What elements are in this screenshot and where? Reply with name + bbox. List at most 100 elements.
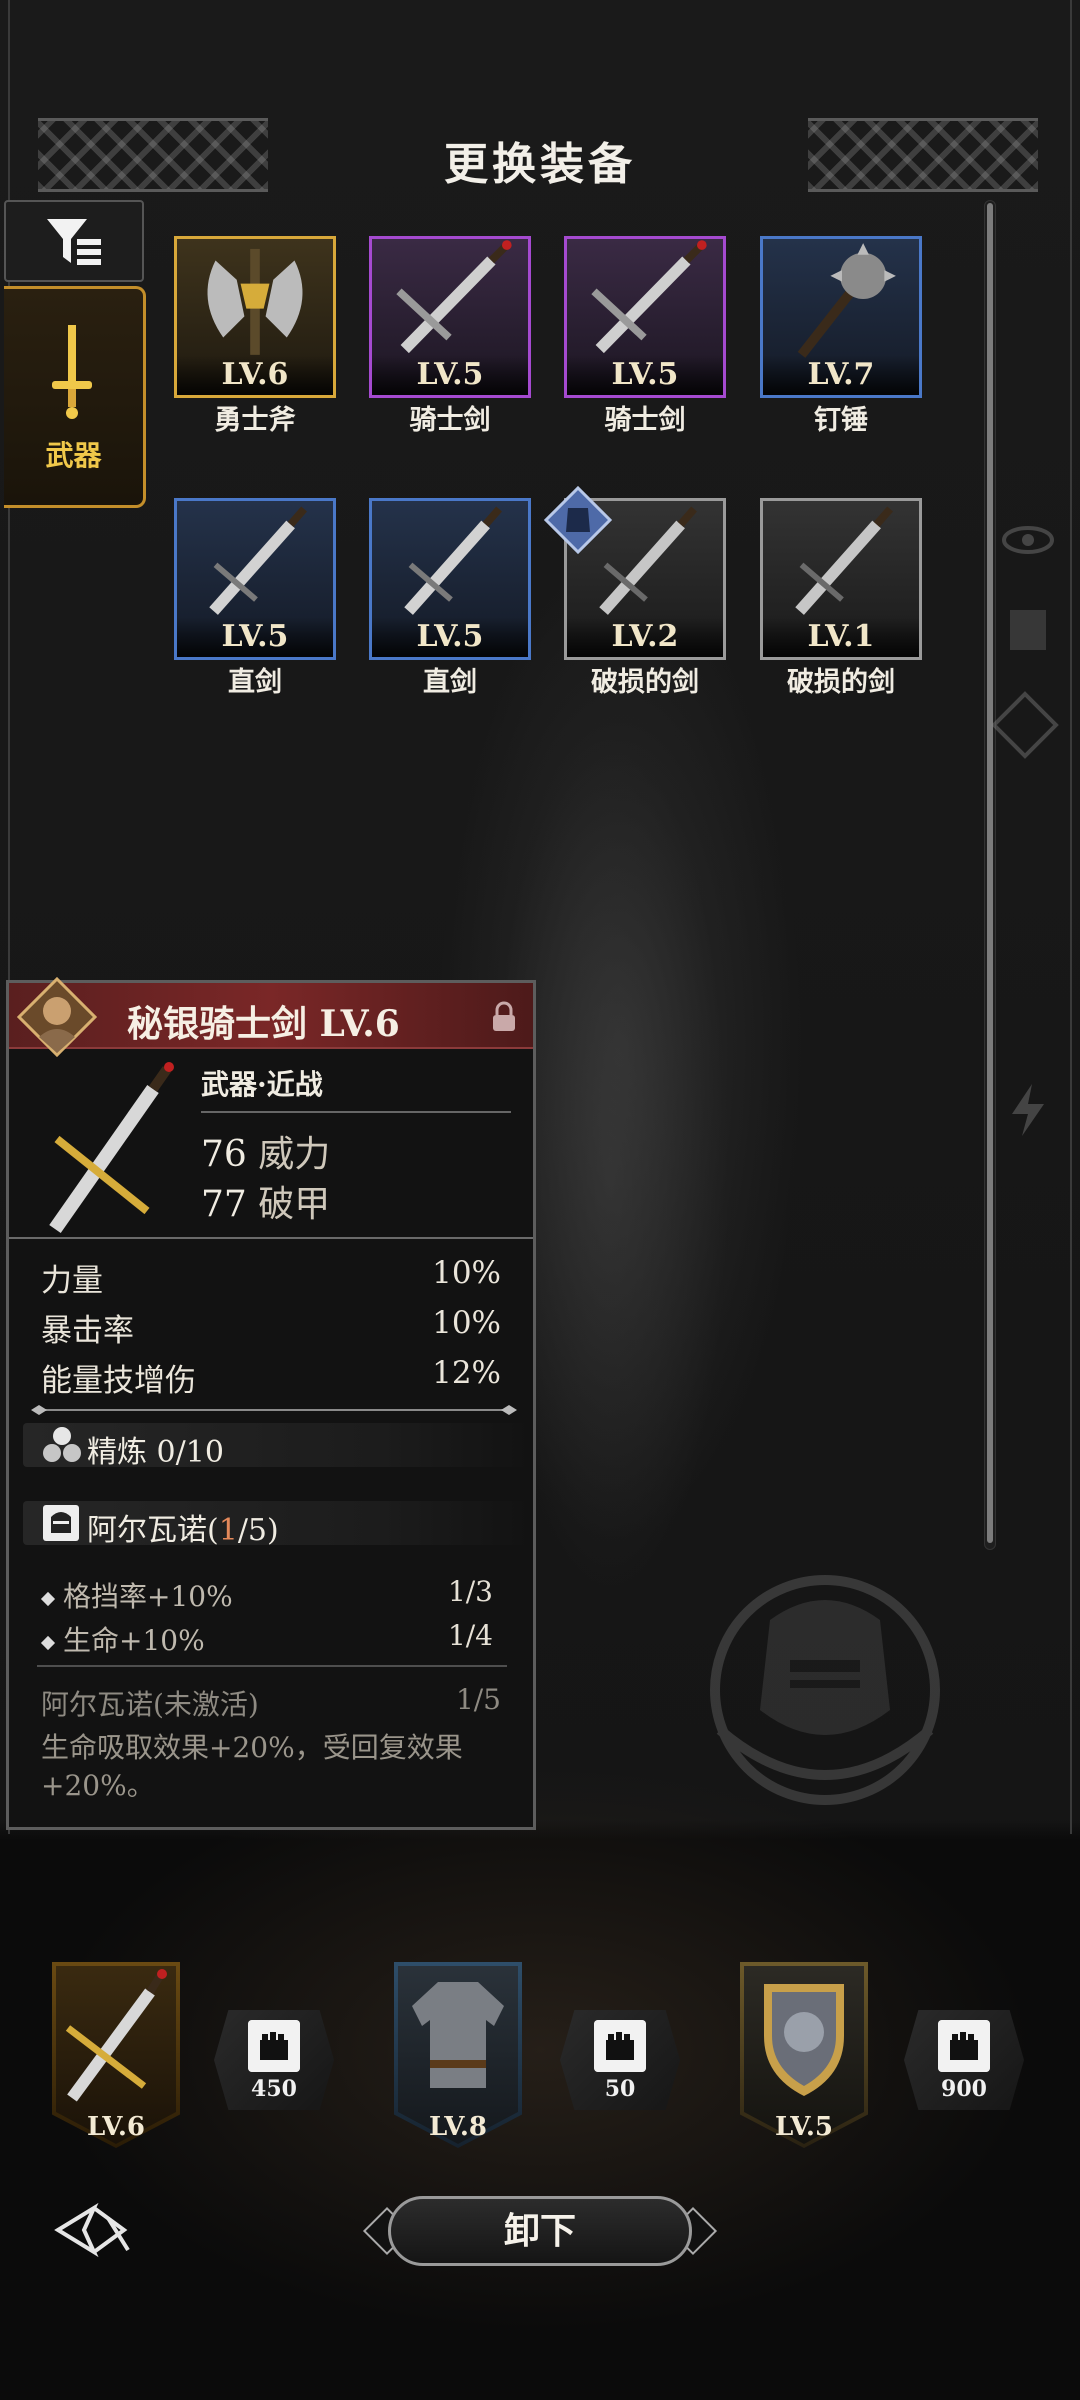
chainmail-icon bbox=[412, 1982, 504, 2088]
power-value: 76 bbox=[201, 1134, 247, 1175]
pierce-stat: 77 破甲 bbox=[201, 1175, 330, 1227]
ornament-divider bbox=[31, 1405, 517, 1415]
pierce-value: 77 bbox=[201, 1184, 247, 1225]
equipped-armor-slot[interactable]: LV.8 bbox=[394, 1962, 522, 2148]
slot-level: LV.8 bbox=[429, 2112, 487, 2142]
set-bonus-row: 格挡率+10% 1/3 bbox=[40, 1575, 493, 1615]
item-name: 骑士剑 bbox=[604, 405, 686, 436]
equipped-weapon-slot[interactable]: LV.6 bbox=[52, 1962, 180, 2148]
set-bonus-value: 1/3 bbox=[447, 1575, 493, 1608]
set-count: 1 bbox=[218, 1513, 238, 1548]
book-icon bbox=[1010, 610, 1046, 650]
shield-power-badge: 900 bbox=[900, 1990, 1028, 2130]
set-bar[interactable]: 阿尔瓦诺(1/5) bbox=[23, 1501, 533, 1548]
equipped-shield-slot[interactable]: LV.5 bbox=[740, 1962, 868, 2148]
unequip-button[interactable]: 卸下 bbox=[388, 2196, 692, 2266]
power-stat: 76 威力 bbox=[201, 1125, 330, 1177]
diamond-bullet-icon bbox=[40, 1635, 56, 1650]
axe-icon bbox=[207, 248, 303, 355]
set-label: 阿尔瓦诺(1/5) bbox=[87, 1505, 279, 1549]
scrollbar[interactable] bbox=[984, 200, 996, 1550]
straight-sword-icon bbox=[209, 506, 308, 615]
type-divider bbox=[201, 1111, 511, 1113]
item-level: LV.2 bbox=[567, 617, 723, 657]
attribute-label: 能量技增伤 bbox=[41, 1363, 196, 1399]
weapon-card-8[interactable]: LV.1 bbox=[760, 498, 922, 660]
sword-icon bbox=[52, 325, 92, 419]
item-level: LV.7 bbox=[763, 355, 919, 395]
power-label: 威力 bbox=[258, 1134, 331, 1175]
weapon-power-badge: 450 bbox=[210, 1990, 338, 2130]
weapon-card-6[interactable]: LV.5 bbox=[369, 498, 531, 660]
fist-icon bbox=[248, 2020, 300, 2072]
scrollbar-thumb[interactable] bbox=[987, 203, 993, 1543]
mithril-sword-icon bbox=[49, 1062, 174, 1234]
diamond-bullet-icon bbox=[40, 1591, 56, 1606]
item-name: 勇士斧 bbox=[214, 405, 296, 436]
slot-level: LV.6 bbox=[87, 2112, 145, 2142]
attribute-value: 12% bbox=[432, 1355, 501, 1391]
mace-icon bbox=[797, 243, 896, 358]
category-tab-weapon[interactable]: 武器 bbox=[4, 286, 146, 508]
detail-header: 秘银骑士剑 LV.6 bbox=[9, 977, 533, 1057]
set-full-title: 阿尔瓦诺(未激活) 1/5 bbox=[41, 1683, 501, 1723]
attribute-value: 10% bbox=[432, 1255, 501, 1291]
attribute-row: 力量 10% bbox=[41, 1255, 501, 1300]
knight-sword-icon bbox=[396, 240, 512, 354]
set-total: /5) bbox=[237, 1513, 279, 1548]
armor-power-badge: 50 bbox=[556, 1990, 684, 2130]
filter-icon bbox=[47, 219, 101, 265]
weapon-card-1[interactable]: LV.6 bbox=[174, 236, 336, 398]
item-name: 骑士剑 bbox=[409, 405, 491, 436]
item-detail-panel: 秘银骑士剑 LV.6 武器·近战 76 威力 77 破甲 力量 10% 暴击率 … bbox=[6, 977, 536, 1830]
set-full-value: 1/5 bbox=[455, 1683, 501, 1716]
refine-icon bbox=[43, 1427, 81, 1462]
item-name: 破损的剑 bbox=[787, 667, 895, 698]
equipped-badge-icon bbox=[544, 486, 612, 554]
attribute-row: 暴击率 10% bbox=[41, 1305, 501, 1350]
fist-icon bbox=[594, 2020, 646, 2072]
item-level: LV.6 bbox=[177, 355, 333, 395]
power-value: 450 bbox=[251, 2076, 297, 2102]
set-bonus-label: 生命+10% bbox=[63, 1624, 205, 1657]
pierce-label: 破甲 bbox=[258, 1184, 331, 1225]
set-divider bbox=[37, 1665, 507, 1667]
item-type: 武器·近战 bbox=[201, 1068, 323, 1101]
category-label: 武器 bbox=[45, 439, 102, 472]
item-name: 直剑 bbox=[228, 667, 282, 698]
slot-level: LV.5 bbox=[775, 2112, 833, 2142]
set-bonus-label: 格挡率+10% bbox=[63, 1580, 233, 1613]
knight-sword-icon bbox=[591, 240, 707, 354]
set-full-name: 阿尔瓦诺(未激活) bbox=[41, 1688, 259, 1721]
set-full-description: 生命吸取效果+20%，受回复效果+20%。 bbox=[41, 1731, 463, 1802]
weapon-card-5[interactable]: LV.5 bbox=[174, 498, 336, 660]
set-bonus-value: 1/4 bbox=[447, 1619, 493, 1652]
attribute-row: 能量技增伤 12% bbox=[41, 1355, 501, 1400]
item-name: 破损的剑 bbox=[591, 667, 699, 698]
mithril-sword-icon bbox=[65, 1969, 167, 2102]
attribute-label: 力量 bbox=[41, 1263, 103, 1299]
item-level: LV.5 bbox=[177, 617, 333, 657]
weapon-card-4[interactable]: LV.7 bbox=[760, 236, 922, 398]
item-level: LV.5 bbox=[567, 355, 723, 395]
eye-icon bbox=[1002, 526, 1054, 554]
back-icon[interactable] bbox=[54, 2200, 138, 2260]
power-value: 50 bbox=[604, 2076, 636, 2102]
page-title: 更换装备 bbox=[444, 139, 636, 190]
item-title: 秘银骑士剑 LV.6 bbox=[127, 1003, 400, 1045]
lock-icon[interactable] bbox=[489, 1001, 519, 1033]
attribute-label: 暴击率 bbox=[41, 1313, 134, 1349]
character-portrait-icon[interactable] bbox=[17, 977, 97, 1057]
lightning-icon bbox=[1012, 1084, 1044, 1136]
refine-bar[interactable]: 精炼 0/10 bbox=[23, 1423, 533, 1470]
item-level: LV.1 bbox=[763, 617, 919, 657]
item-name: 直剑 bbox=[423, 667, 477, 698]
weapon-card-3[interactable]: LV.5 bbox=[564, 236, 726, 398]
item-name: 钉锤 bbox=[814, 405, 868, 436]
gem-icon bbox=[991, 691, 1059, 759]
lion-shield-icon bbox=[764, 1984, 844, 2096]
knight-helmet-icon bbox=[43, 1505, 79, 1541]
filter-button[interactable] bbox=[4, 200, 144, 282]
item-level: LV.5 bbox=[372, 355, 528, 395]
weapon-card-2[interactable]: LV.5 bbox=[369, 236, 531, 398]
